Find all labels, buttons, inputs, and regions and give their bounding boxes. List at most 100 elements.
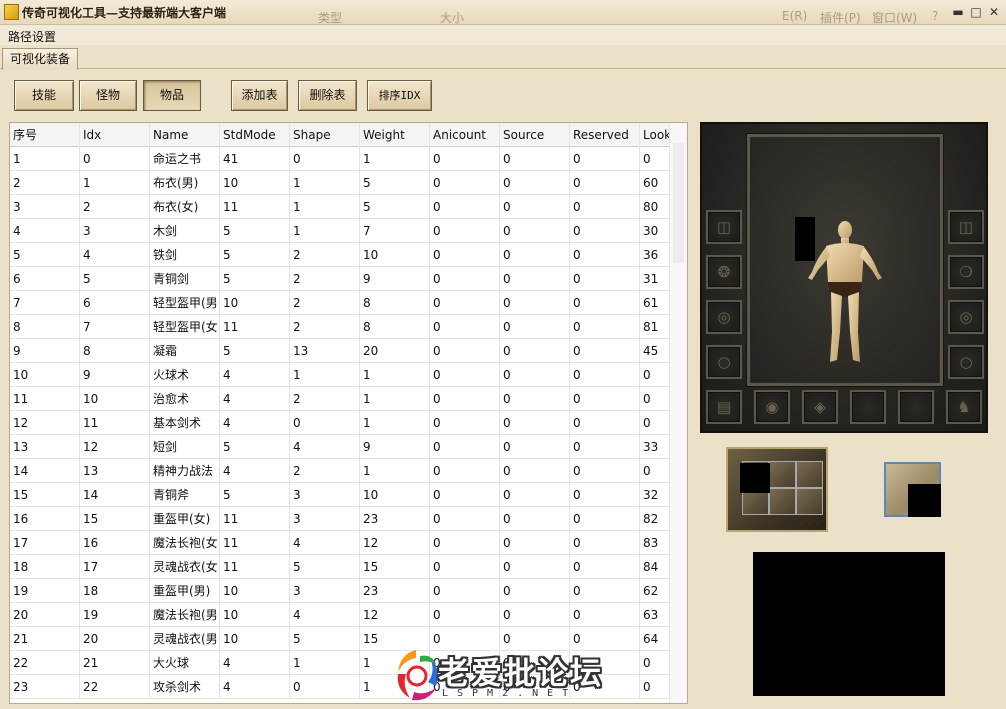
- table-cell[interactable]: 0: [500, 171, 570, 195]
- table-row[interactable]: 5 4 铁剑 5 2 10 0 0 0 36: [10, 243, 680, 267]
- table-cell[interactable]: 7: [10, 291, 80, 315]
- table-cell[interactable]: 5: [220, 483, 290, 507]
- delete-table-button[interactable]: 删除表: [298, 80, 357, 111]
- monster-button[interactable]: 怪物: [79, 80, 137, 111]
- table-cell[interactable]: 12: [80, 435, 150, 459]
- table-row[interactable]: 2 1 布衣(男) 10 1 5 0 0 0 60: [10, 171, 680, 195]
- item-button[interactable]: 物品: [143, 80, 201, 111]
- table-cell[interactable]: 13: [80, 459, 150, 483]
- medal-slot[interactable]: ◫: [948, 210, 984, 244]
- sort-idx-button[interactable]: 排序IDX: [367, 80, 432, 111]
- table-cell[interactable]: 0: [430, 315, 500, 339]
- table-cell[interactable]: 4: [220, 675, 290, 699]
- table-cell[interactable]: 19: [80, 603, 150, 627]
- table-cell[interactable]: 14: [10, 459, 80, 483]
- table-cell[interactable]: 0: [430, 291, 500, 315]
- column-header[interactable]: Reserved: [570, 123, 640, 147]
- table-row[interactable]: 3 2 布衣(女) 11 1 5 0 0 0 80: [10, 195, 680, 219]
- table-cell[interactable]: 0: [430, 507, 500, 531]
- table-cell[interactable]: 18: [80, 579, 150, 603]
- table-cell[interactable]: 青铜斧: [150, 483, 220, 507]
- table-cell[interactable]: 20: [10, 603, 80, 627]
- table-cell[interactable]: 0: [570, 195, 640, 219]
- table-cell[interactable]: 9: [80, 363, 150, 387]
- table-cell[interactable]: 11: [220, 555, 290, 579]
- table-cell[interactable]: 0: [430, 459, 500, 483]
- horse-slot[interactable]: ♞: [946, 390, 982, 424]
- table-cell[interactable]: 11: [220, 315, 290, 339]
- table-cell[interactable]: 轻型盔甲(男: [150, 291, 220, 315]
- table-cell[interactable]: 1: [290, 651, 360, 675]
- table-cell[interactable]: 17: [80, 555, 150, 579]
- table-cell[interactable]: 11: [10, 387, 80, 411]
- table-row[interactable]: 18 17 灵魂战衣(女 11 5 15 0 0 0 84: [10, 555, 680, 579]
- table-cell[interactable]: 火球术: [150, 363, 220, 387]
- table-cell[interactable]: 21: [80, 651, 150, 675]
- table-cell[interactable]: 22: [80, 675, 150, 699]
- table-cell[interactable]: 15: [80, 507, 150, 531]
- maximize-icon[interactable]: □: [968, 4, 984, 20]
- table-cell[interactable]: 0: [430, 411, 500, 435]
- table-cell[interactable]: 4: [10, 219, 80, 243]
- table-cell[interactable]: 17: [10, 531, 80, 555]
- table-cell[interactable]: 1: [290, 171, 360, 195]
- menu-path-settings[interactable]: 路径设置: [8, 28, 56, 45]
- table-cell[interactable]: 7: [80, 315, 150, 339]
- table-cell[interactable]: 0: [430, 243, 500, 267]
- table-cell[interactable]: 8: [10, 315, 80, 339]
- table-cell[interactable]: 11: [80, 411, 150, 435]
- table-cell[interactable]: 2: [10, 171, 80, 195]
- table-cell[interactable]: 0: [430, 147, 500, 171]
- table-scrollbar[interactable]: [669, 123, 687, 703]
- boots-slot[interactable]: ◉: [754, 390, 790, 424]
- table-cell[interactable]: 4: [220, 387, 290, 411]
- table-cell[interactable]: 15: [360, 555, 430, 579]
- table-row[interactable]: 19 18 重盔甲(男) 10 3 23 0 0 0 62: [10, 579, 680, 603]
- table-cell[interactable]: 0: [500, 291, 570, 315]
- table-cell[interactable]: 0: [430, 483, 500, 507]
- table-cell[interactable]: 0: [500, 195, 570, 219]
- table-cell[interactable]: 11: [220, 531, 290, 555]
- table-row[interactable]: 20 19 魔法长袍(男 10 4 12 0 0 0 63: [10, 603, 680, 627]
- table-cell[interactable]: 11: [220, 195, 290, 219]
- table-cell[interactable]: 0: [570, 291, 640, 315]
- minimize-icon[interactable]: ▬: [950, 4, 966, 20]
- table-cell[interactable]: 22: [10, 651, 80, 675]
- bracelet-left-slot[interactable]: ◎: [706, 300, 742, 334]
- table-cell[interactable]: 5: [10, 243, 80, 267]
- table-cell[interactable]: 3: [290, 483, 360, 507]
- table-cell[interactable]: 4: [220, 651, 290, 675]
- table-cell[interactable]: 2: [290, 291, 360, 315]
- table-cell[interactable]: 1: [80, 171, 150, 195]
- table-cell[interactable]: 0: [570, 579, 640, 603]
- ring-right-slot[interactable]: ◎: [948, 300, 984, 334]
- table-cell[interactable]: 11: [220, 507, 290, 531]
- table-cell[interactable]: 0: [430, 339, 500, 363]
- table-row[interactable]: 11 10 治愈术 4 2 1 0 0 0 0: [10, 387, 680, 411]
- table-cell[interactable]: 0: [570, 147, 640, 171]
- table-cell[interactable]: 0: [500, 459, 570, 483]
- table-cell[interactable]: 0: [430, 219, 500, 243]
- table-cell[interactable]: 0: [430, 555, 500, 579]
- table-cell[interactable]: 4: [220, 363, 290, 387]
- table-cell[interactable]: 0: [500, 411, 570, 435]
- table-cell[interactable]: 13: [290, 339, 360, 363]
- table-row[interactable]: 16 15 重盔甲(女) 11 3 23 0 0 0 82: [10, 507, 680, 531]
- table-cell[interactable]: 0: [290, 147, 360, 171]
- table-cell[interactable]: 6: [80, 291, 150, 315]
- bag-slot[interactable]: [898, 390, 934, 424]
- table-row[interactable]: 12 11 基本剑术 4 0 1 0 0 0 0: [10, 411, 680, 435]
- table-cell[interactable]: 23: [360, 507, 430, 531]
- table-cell[interactable]: 16: [80, 531, 150, 555]
- table-cell[interactable]: 5: [360, 195, 430, 219]
- table-cell[interactable]: 5: [290, 627, 360, 651]
- table-cell[interactable]: 0: [570, 219, 640, 243]
- table-cell[interactable]: 铁剑: [150, 243, 220, 267]
- table-cell[interactable]: 5: [220, 435, 290, 459]
- table-cell[interactable]: 魔法长袍(男: [150, 603, 220, 627]
- table-cell[interactable]: 2: [290, 243, 360, 267]
- table-cell[interactable]: 2: [290, 387, 360, 411]
- table-cell[interactable]: 0: [570, 507, 640, 531]
- table-cell[interactable]: 41: [220, 147, 290, 171]
- table-cell[interactable]: 2: [290, 267, 360, 291]
